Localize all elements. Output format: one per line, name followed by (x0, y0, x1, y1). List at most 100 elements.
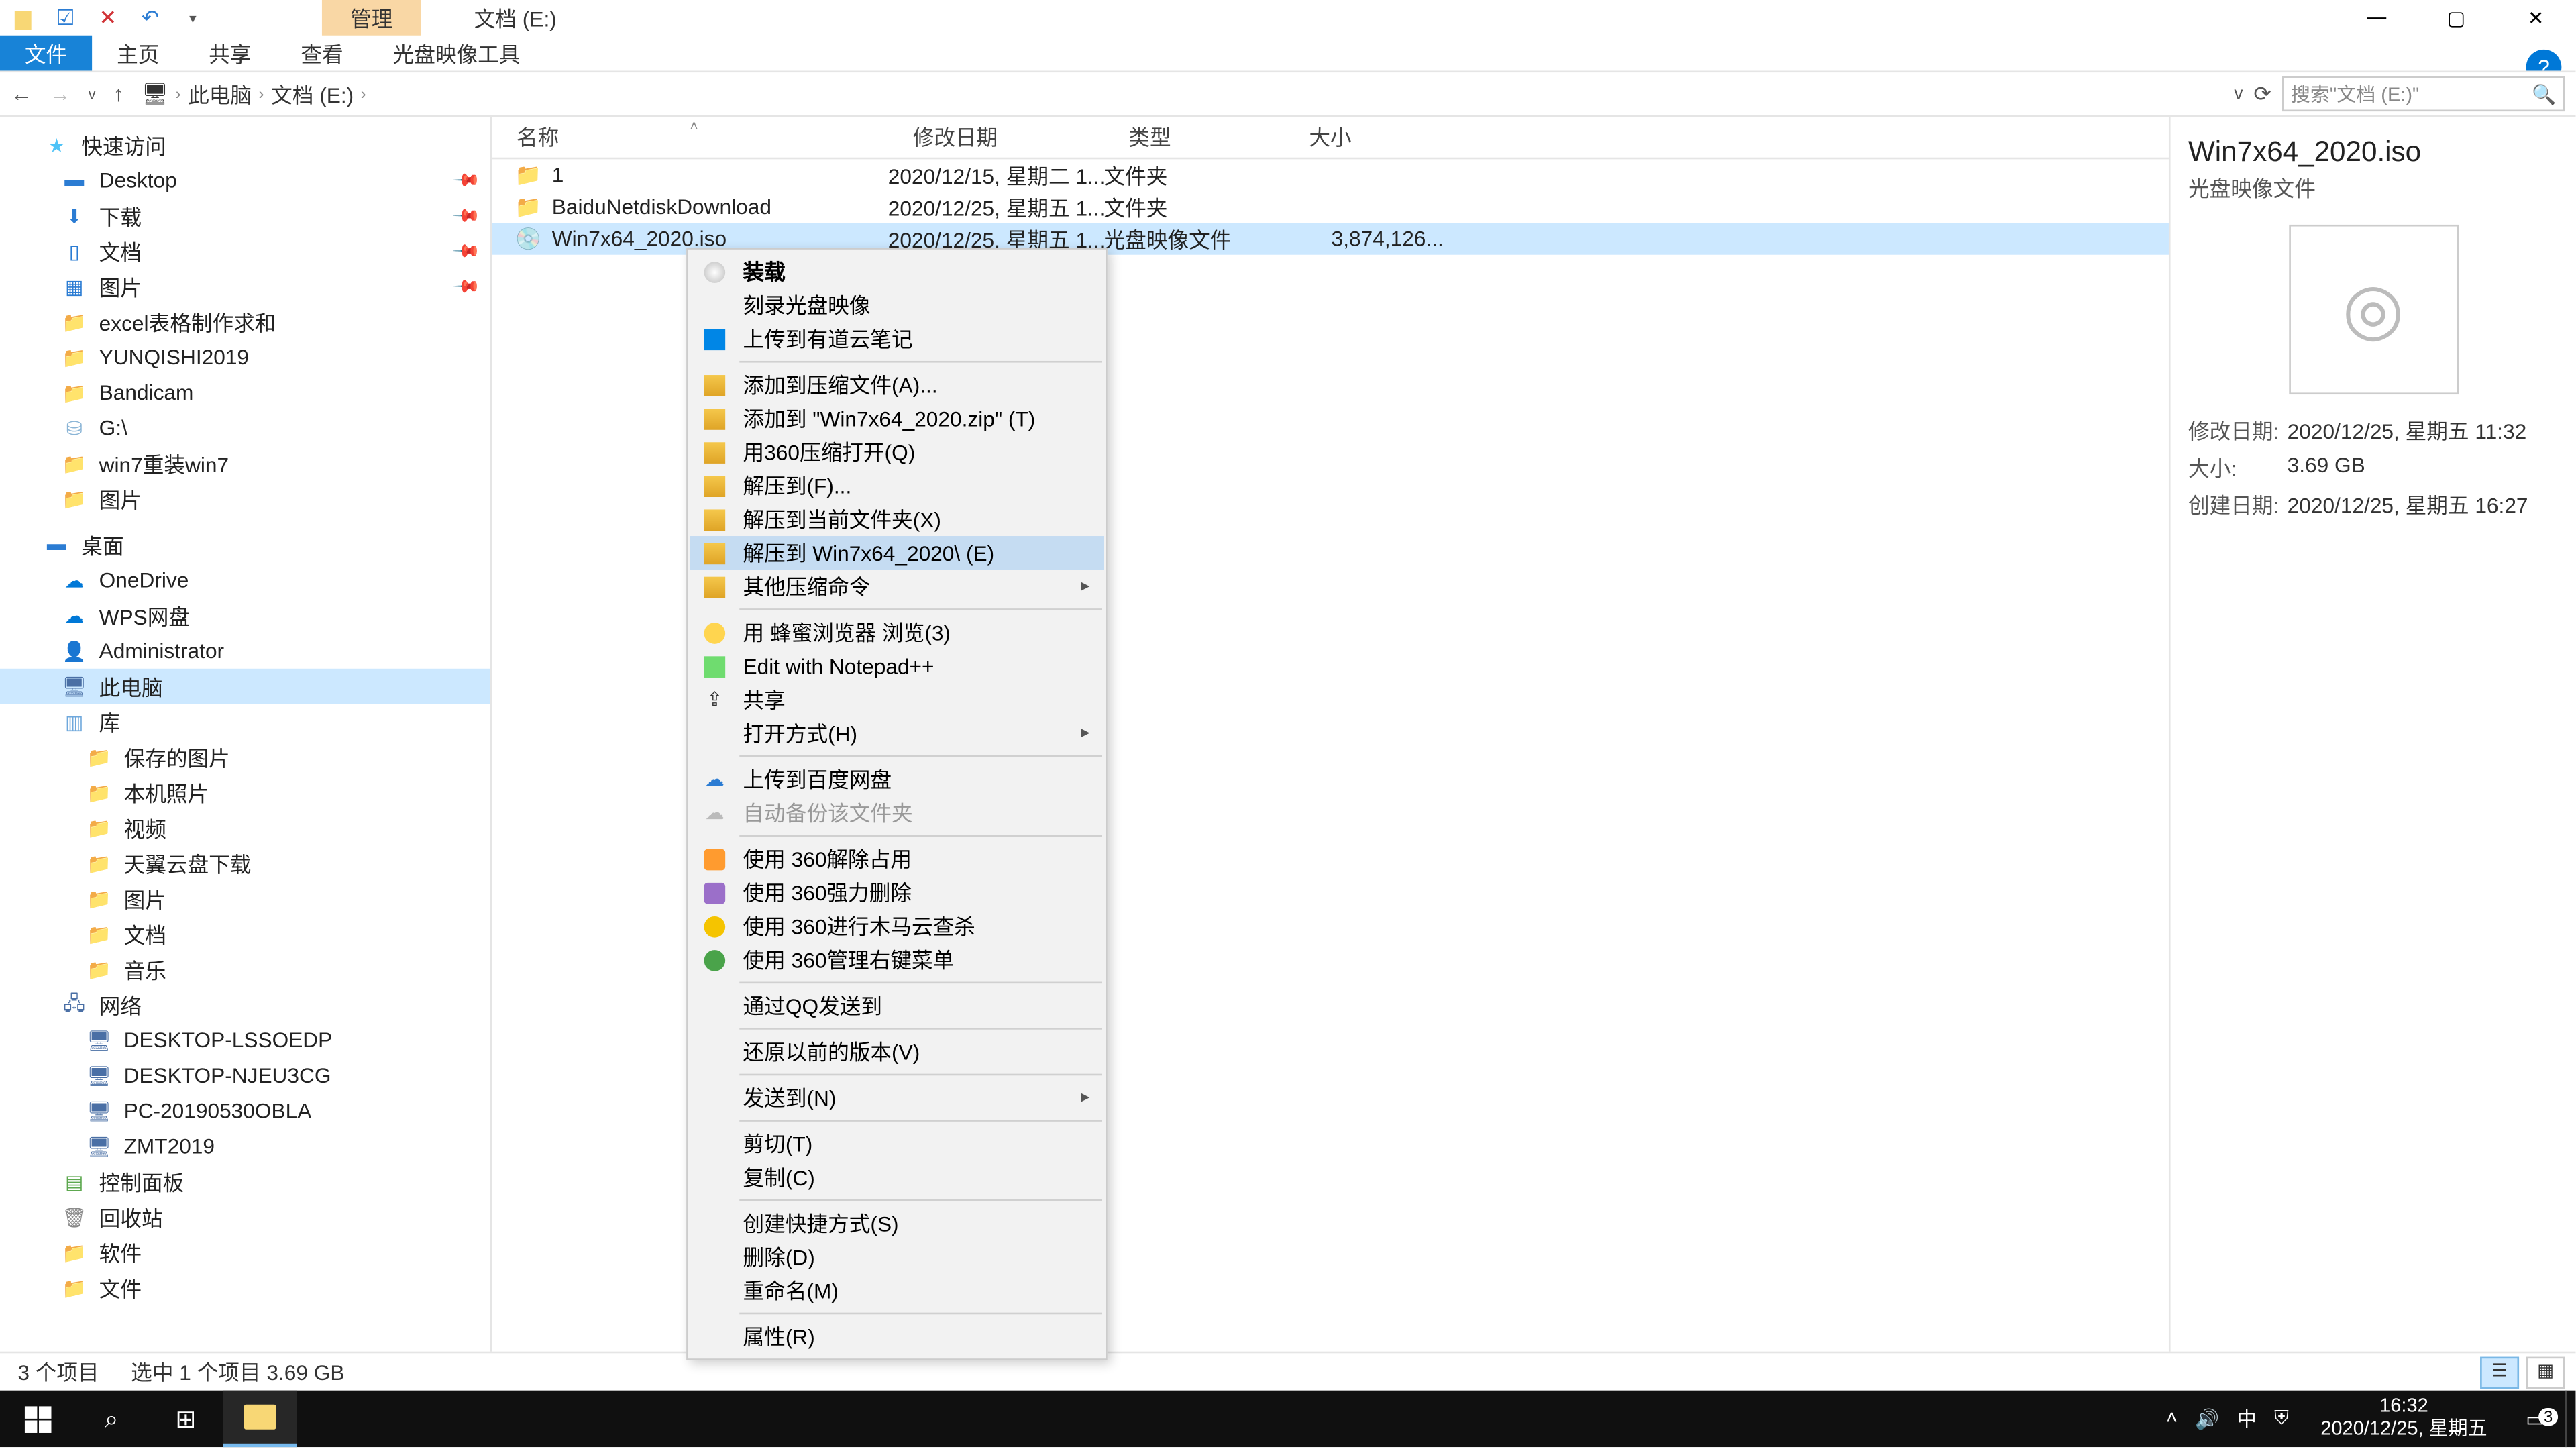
nav-local-pictures[interactable]: 📁本机照片 (0, 775, 490, 810)
contextual-tab-manage[interactable]: 管理 (322, 0, 421, 36)
nav-bandicam[interactable]: 📁Bandicam (0, 375, 490, 411)
ribbon-tab-share[interactable]: 共享 (184, 34, 276, 71)
nav-wps[interactable]: ☁WPS网盘 (0, 598, 490, 633)
ctx-create-shortcut[interactable]: 创建快捷方式(S) (690, 1206, 1104, 1240)
refresh-button[interactable]: ⟳ (2253, 81, 2271, 106)
nav-administrator[interactable]: 👤Administrator (0, 633, 490, 669)
ctx-mount[interactable]: 装载 (690, 255, 1104, 288)
column-name[interactable]: 名称˄ (492, 122, 888, 152)
column-date[interactable]: 修改日期 (888, 122, 1104, 152)
search-input[interactable]: 搜索"文档 (E:)" 🔍 (2282, 76, 2565, 111)
tray-ime-icon[interactable]: 中 (2237, 1405, 2257, 1433)
nav-desktop-root[interactable]: ▬桌面 (0, 527, 490, 563)
nav-yunqishi[interactable]: 📁YUNQISHI2019 (0, 339, 490, 375)
ctx-restore-version[interactable]: 还原以前的版本(V) (690, 1035, 1104, 1069)
nav-libraries[interactable]: ▥库 (0, 704, 490, 740)
ctx-other-zip[interactable]: 其他压缩命令▸ (690, 570, 1104, 603)
qat-properties-icon[interactable]: ☑ (50, 2, 81, 34)
nav-this-pc[interactable]: 🖥此电脑 (0, 669, 490, 704)
nav-tianyi[interactable]: 📁天翼云盘下载 (0, 845, 490, 881)
taskbar-clock[interactable]: 16:32 2020/12/25, 星期五 (2303, 1396, 2505, 1442)
nav-zmt2019[interactable]: 🖥ZMT2019 (0, 1128, 490, 1164)
nav-pc-njeu3cg[interactable]: 🖥DESKTOP-NJEU3CG (0, 1058, 490, 1093)
minimize-button[interactable]: — (2337, 0, 2416, 36)
ctx-360-force-delete[interactable]: 使用 360强力删除 (690, 875, 1104, 909)
nav-pictures-3[interactable]: 📁图片 (0, 881, 490, 916)
close-button[interactable]: ✕ (2496, 0, 2576, 36)
tray-security-icon[interactable]: ⛨ (2274, 1407, 2289, 1430)
qat-delete-icon[interactable]: ✕ (92, 2, 123, 34)
ctx-360-manage-menu[interactable]: 使用 360管理右键菜单 (690, 943, 1104, 977)
notification-center-button[interactable]: ▭ 3 (2505, 1407, 2565, 1430)
ctx-youdao-upload[interactable]: 上传到有道云笔记 (690, 322, 1104, 356)
nav-win7reinstall[interactable]: 📁win7重装win7 (0, 446, 490, 482)
breadcrumb-thispc[interactable]: 此电脑 (188, 78, 252, 109)
breadcrumb-drive[interactable]: 文档 (E:) (271, 78, 354, 109)
ribbon-tab-view[interactable]: 查看 (276, 34, 368, 71)
ctx-add-zip[interactable]: 添加到 "Win7x64_2020.zip" (T) (690, 402, 1104, 435)
nav-pictures[interactable]: ▦图片📌 (0, 269, 490, 305)
chevron-right-icon[interactable]: › (176, 85, 181, 103)
ctx-360-unlock[interactable]: 使用 360解除占用 (690, 842, 1104, 875)
show-desktop-button[interactable] (2565, 1391, 2576, 1447)
nav-pc-lssoedp[interactable]: 🖥DESKTOP-LSSOEDP (0, 1022, 490, 1058)
nav-saved-pictures[interactable]: 📁保存的图片 (0, 739, 490, 775)
qat-dropdown-icon[interactable]: ▾ (177, 2, 209, 34)
nav-pictures-2[interactable]: 📁图片 (0, 481, 490, 517)
ctx-cut[interactable]: 剪切(T) (690, 1127, 1104, 1161)
ctx-properties[interactable]: 属性(R) (690, 1320, 1104, 1353)
address-history-dropdown[interactable]: v (2234, 84, 2243, 103)
task-view-button[interactable]: ⊞ (149, 1391, 223, 1447)
maximize-button[interactable]: ▢ (2416, 0, 2496, 36)
taskbar-search-button[interactable]: ⌕ (74, 1391, 149, 1447)
ribbon-tab-home[interactable]: 主页 (92, 34, 184, 71)
nav-network[interactable]: 🖧网络 (0, 987, 490, 1022)
chevron-right-icon[interactable]: › (259, 85, 264, 103)
nav-desktop[interactable]: ▬Desktop📌 (0, 163, 490, 199)
ctx-copy[interactable]: 复制(C) (690, 1161, 1104, 1194)
nav-quick-access[interactable]: ★快速访问 (0, 127, 490, 163)
nav-recycle-bin[interactable]: 🗑回收站 (0, 1199, 490, 1235)
nav-forward-button[interactable]: → (50, 81, 71, 106)
ctx-extract-named[interactable]: 解压到 Win7x64_2020\ (E) (690, 536, 1104, 570)
nav-music[interactable]: 📁音乐 (0, 952, 490, 987)
nav-downloads[interactable]: ⬇下载📌 (0, 198, 490, 233)
ctx-notepad-plus[interactable]: Edit with Notepad++ (690, 649, 1104, 683)
ctx-extract-here[interactable]: 解压到当前文件夹(X) (690, 502, 1104, 536)
file-row[interactable]: 📁 1 2020/12/15, 星期二 1... 文件夹 (492, 159, 2169, 191)
nav-documents[interactable]: ▯文档📌 (0, 233, 490, 269)
ctx-add-archive[interactable]: 添加到压缩文件(A)... (690, 368, 1104, 401)
taskbar-explorer-button[interactable] (223, 1391, 297, 1447)
ctx-bee-browser[interactable]: 用 蜂蜜浏览器 浏览(3) (690, 616, 1104, 649)
nav-up-button[interactable]: ↑ (113, 81, 124, 106)
ctx-open-360zip[interactable]: 用360压缩打开(Q) (690, 435, 1104, 469)
ctx-rename[interactable]: 重命名(M) (690, 1274, 1104, 1307)
chevron-right-icon[interactable]: › (361, 85, 366, 103)
ctx-delete[interactable]: 删除(D) (690, 1240, 1104, 1274)
column-size[interactable]: 大小 (1284, 122, 1443, 152)
ctx-360-trojan-scan[interactable]: 使用 360进行木马云查杀 (690, 909, 1104, 943)
nav-back-button[interactable]: ← (11, 81, 32, 106)
nav-files[interactable]: 📁文件 (0, 1270, 490, 1305)
ctx-qq-send[interactable]: 通过QQ发送到 (690, 989, 1104, 1022)
column-type[interactable]: 类型 (1104, 122, 1284, 152)
ctx-send-to[interactable]: 发送到(N)▸ (690, 1081, 1104, 1114)
nav-excel-folder[interactable]: 📁excel表格制作求和 (0, 305, 490, 340)
start-button[interactable] (0, 1391, 74, 1447)
search-icon[interactable]: 🔍 (2532, 83, 2556, 105)
view-details-button[interactable]: ☰ (2480, 1356, 2519, 1387)
ctx-burn[interactable]: 刻录光盘映像 (690, 288, 1104, 322)
nav-software[interactable]: 📁软件 (0, 1235, 490, 1271)
qat-undo-icon[interactable]: ↶ (134, 2, 166, 34)
tray-chevron-up-icon[interactable]: ˄ (2166, 1408, 2178, 1430)
nav-recent-dropdown[interactable]: v (89, 86, 96, 102)
nav-videos[interactable]: 📁视频 (0, 810, 490, 846)
nav-gdrive[interactable]: ⛁G:\ (0, 411, 490, 446)
nav-pc-2019[interactable]: 🖥PC-20190530OBLA (0, 1093, 490, 1129)
ctx-baidu-upload[interactable]: ☁上传到百度网盘 (690, 763, 1104, 796)
ctx-extract-to[interactable]: 解压到(F)... (690, 469, 1104, 502)
nav-onedrive[interactable]: ☁OneDrive (0, 563, 490, 598)
ctx-open-with[interactable]: 打开方式(H)▸ (690, 716, 1104, 750)
file-row[interactable]: 📁 BaiduNetdiskDownload 2020/12/25, 星期五 1… (492, 191, 2169, 223)
nav-documents-2[interactable]: 📁文档 (0, 916, 490, 952)
